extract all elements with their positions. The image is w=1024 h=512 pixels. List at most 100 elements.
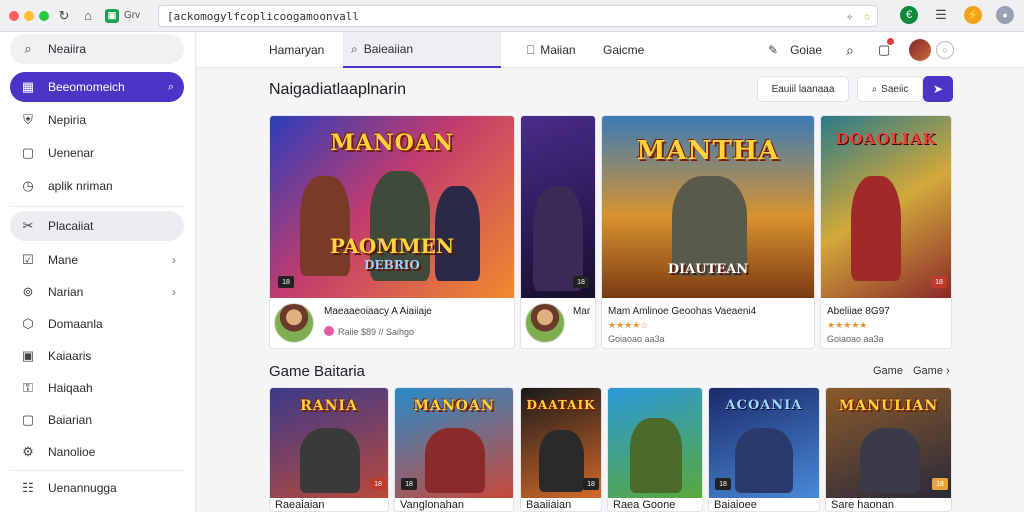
sidebar-item-label: Beeomomeich [48, 80, 125, 94]
tab-home[interactable]: Hamaryan [269, 32, 324, 68]
sidebar-item-label: Narian [48, 285, 84, 299]
sidebar-item-11[interactable]: ▢ Baiarian [10, 405, 184, 435]
search-icon: ⌕ [24, 41, 32, 56]
featured-card[interactable]: DOAOLIAK 18 Abeliiae 8G97 ★★★★★ Goiaoao … [820, 115, 952, 349]
sidebar-divider [10, 470, 184, 471]
currency-extension-icon[interactable]: € [900, 6, 918, 24]
game-card[interactable]: RANIA 18 Raeaiaian [269, 387, 389, 512]
see-all-link[interactable]: Game › [913, 365, 950, 377]
sidebar-item-10[interactable]: ⚿ Haiqaah [10, 373, 184, 403]
game-cover-art: MANULIAN 18 [826, 388, 951, 498]
url-text: [ackomogylfcoplicoogamoonvall [167, 9, 360, 23]
menu-icon[interactable]: ☰ [932, 6, 950, 24]
sidebar: ⌕ Neaiira ▦ Beeomomeich ⌕ ⛨ Nepiria ▢ Ue… [0, 32, 196, 512]
shield-outline-icon: ⬡ [22, 316, 34, 331]
tab-search[interactable]: ⌕ Baieaiian [343, 32, 501, 68]
game-title: Abeliiae 8G97 [827, 306, 890, 317]
game-card[interactable]: MANULIAN 18 Sare haonan [825, 387, 952, 512]
cover-title: MANULIAN [838, 398, 939, 414]
home-icon[interactable]: ⌂ [79, 7, 97, 25]
reload-icon[interactable]: ↻ [55, 7, 73, 25]
user-avatar[interactable] [909, 32, 931, 68]
game-cover-art: MANOAN 18 [395, 388, 513, 498]
age-rating-badge: 18 [278, 276, 294, 288]
key-icon: ⚿ [23, 380, 33, 395]
sidebar-item-4[interactable]: ◷ aplik nriman [10, 171, 184, 201]
cover-title: DOAOLIAK [835, 130, 937, 148]
sidebar-item-label: Haiqaah [48, 381, 93, 395]
sidebar-item-browse[interactable]: ▦ Beeomomeich ⌕ [10, 72, 184, 102]
game-meta: Goiaoao aa3a [827, 334, 884, 344]
featured-card[interactable]: MANOAN PAOMMEN DEBRIO 18 Maeaaeoiaacy A … [269, 115, 515, 349]
grid-icon: ▦ [21, 79, 35, 94]
game-card[interactable]: Raea Goone [607, 387, 703, 512]
game-card[interactable]: DAATAIK 18 Baaiiaian [520, 387, 602, 512]
sidebar-item-8[interactable]: ⬡ Domaanla [10, 309, 184, 339]
chevron-right-icon[interactable]: › [172, 285, 176, 299]
maximize-window-button[interactable] [39, 10, 49, 21]
browser-toolbar: ↻ ⌂ ▣ Grv [ackomogylfcoplicoogamoonvall … [0, 0, 1024, 32]
featured-card[interactable]: 18 Mar [520, 115, 596, 349]
game-cover-art: DOAOLIAK 18 [821, 116, 951, 298]
filter-button[interactable]: Eauiil laanaaa [757, 76, 849, 102]
sidebar-item-2[interactable]: ⛨ Nepiria [10, 105, 184, 135]
search-button[interactable]: ⌕ Saeiic [857, 76, 923, 102]
address-bar[interactable]: [ackomogylfcoplicoogamoonvall ✧ ☆ [158, 5, 878, 27]
notifications-icon[interactable]: ▢ [878, 32, 895, 68]
game-title: Raea Goone [613, 499, 676, 511]
chevron-right-icon: › [946, 365, 950, 377]
search-icon[interactable]: ⌕ [846, 32, 854, 68]
check-square-icon: ☑ [22, 252, 34, 267]
edit-button[interactable]: ✎ Goiae [768, 32, 822, 68]
game-card[interactable]: ACOANIA 18 Baiaioee [708, 387, 820, 512]
cover-subtitle: DIAUTEAN [667, 262, 749, 277]
sidebar-item-5[interactable]: ✂ Placaiiat [10, 211, 184, 241]
sidebar-item-label: Kaiaaris [48, 349, 92, 363]
cover-title: DAATAIK [526, 398, 596, 412]
tab-library[interactable]: ⎕ Maiian [527, 32, 576, 68]
game-title: Sare haonan [831, 499, 894, 511]
window-controls [9, 10, 49, 21]
search-icon[interactable]: ⌕ [168, 81, 174, 94]
translate-icon[interactable]: ✧ [846, 10, 853, 23]
tab-games[interactable]: Gaicme [603, 32, 644, 68]
coin-icon: ⊚ [22, 284, 34, 299]
sidebar-divider [10, 206, 184, 207]
sidebar-item-label: aplik nriman [48, 179, 113, 193]
sidebar-item-7[interactable]: ⊚ Narian › [10, 277, 184, 307]
tab-search-label: Baieaiian [363, 42, 414, 56]
age-rating-badge: 18 [931, 276, 947, 288]
sidebar-item-13[interactable]: ☷ Uenannugga [10, 473, 184, 503]
send-button[interactable]: ➤ [923, 76, 953, 102]
featured-card[interactable]: MANTHA DIAUTEAN Mam Amlinoe Geoohas Vaea… [601, 115, 815, 349]
sidebar-item-9[interactable]: ▣ Kaiaaris [10, 341, 184, 371]
sidebar-item-3[interactable]: ▢ Uenenar [10, 138, 184, 168]
cover-subtitle-2: DEBRIO [364, 258, 420, 272]
extension-label: Grv [124, 10, 141, 21]
sidebar-item-6[interactable]: ☑ Mane › [10, 245, 184, 275]
extension-icon[interactable]: ▣ [105, 8, 119, 23]
cover-title: ACOANIA [725, 398, 803, 413]
status-ring-icon[interactable]: ○ [936, 32, 954, 68]
minimize-window-button[interactable] [24, 10, 34, 21]
row2-section-title: Game Baitaria [269, 363, 365, 380]
tag-icon: ✂ [22, 218, 34, 233]
game-title: Mam Amlinoe Geoohas Vaeaeni4 [608, 306, 757, 317]
game-card[interactable]: MANOAN 18 Vanglonahan [394, 387, 514, 512]
age-rating-badge: 18 [573, 276, 589, 288]
game-cover-art: MANOAN PAOMMEN DEBRIO 18 [270, 116, 514, 298]
bookmark-star-icon[interactable]: ☆ [863, 9, 871, 24]
see-all-link[interactable]: Game [873, 365, 903, 377]
profile-avatar[interactable]: ● [996, 6, 1014, 24]
game-cover-art: MANTHA DIAUTEAN [602, 116, 814, 298]
bolt-extension-icon[interactable]: ⚡ [964, 6, 982, 24]
game-title: Vanglonahan [400, 499, 465, 511]
close-window-button[interactable] [9, 10, 19, 21]
chevron-right-icon[interactable]: › [172, 253, 176, 267]
game-cover-art: DAATAIK 18 [521, 388, 601, 498]
cover-title: MANOAN [413, 398, 495, 414]
see-all-label: Game [913, 365, 943, 377]
game-icon [525, 303, 565, 343]
sidebar-search[interactable]: ⌕ Neaiira [10, 34, 184, 64]
sidebar-item-12[interactable]: ⚙ Nanolioe [10, 437, 184, 467]
